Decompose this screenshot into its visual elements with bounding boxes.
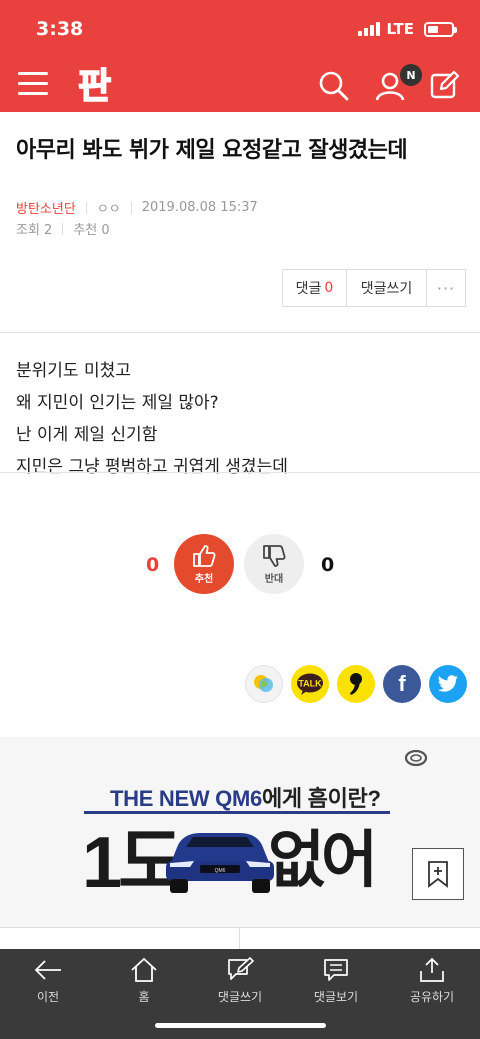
post-views: 조회 2 xyxy=(16,223,53,238)
post-nickname: ㅇㅇ xyxy=(96,202,121,217)
thumbs-up-icon xyxy=(193,545,216,567)
downvote-count: 0 xyxy=(321,554,335,576)
share-icon xyxy=(420,957,444,982)
post-title: 아무리 봐도 뷔가 제일 요정같고 잘생겼는데 xyxy=(16,138,408,163)
network-label: LTE xyxy=(386,20,414,38)
post-author[interactable]: 방탄소년단 xyxy=(16,198,76,217)
comma-icon xyxy=(350,673,362,695)
nav-home-button[interactable]: 홈 xyxy=(96,957,192,1005)
status-time: 3:38 xyxy=(36,18,84,40)
app-header: 판 N xyxy=(0,56,480,112)
signal-icon xyxy=(358,22,381,36)
nav-label: 공유하기 xyxy=(409,990,455,1004)
notification-badge: N xyxy=(400,64,422,86)
upvote-button[interactable]: 추천 xyxy=(174,534,234,594)
write-comment-icon xyxy=(228,957,254,980)
kakao-talk-share-button[interactable]: TALK xyxy=(291,665,329,703)
nav-label: 홈 xyxy=(138,990,150,1004)
twitter-icon xyxy=(437,675,458,692)
post-recommend: 추천 0 xyxy=(73,223,110,238)
nav-label: 이전 xyxy=(36,990,60,1004)
post-meta: 방탄소년단 ㅇㅇ 2019.08.08 15:37 xyxy=(16,198,258,217)
kakao-story-icon xyxy=(254,675,273,692)
kakao-talk-icon: TALK xyxy=(297,673,323,695)
svg-text:TALK: TALK xyxy=(298,679,322,689)
bookmark-add-button[interactable] xyxy=(412,848,464,900)
body-line: 왜 지민이 인기는 제일 많아? xyxy=(16,393,219,413)
comment-tabs-peek xyxy=(0,927,480,952)
more-button[interactable]: ··· xyxy=(427,270,465,306)
thumbs-down-icon xyxy=(263,545,286,567)
nav-write-comment-button[interactable]: 댓글쓰기 xyxy=(192,957,288,1005)
svg-text:QM6: QM6 xyxy=(215,868,226,874)
nav-back-button[interactable]: 이전 xyxy=(0,957,96,1005)
divider xyxy=(0,332,480,333)
facebook-share-button[interactable]: f xyxy=(383,665,421,703)
twitter-share-button[interactable] xyxy=(429,665,467,703)
post-actions: 댓글 0 댓글쓰기 ··· xyxy=(282,269,466,307)
view-comment-icon xyxy=(324,959,348,981)
bookmark-plus-icon xyxy=(428,861,448,888)
downvote-button[interactable]: 반대 xyxy=(244,534,304,594)
write-icon[interactable] xyxy=(430,70,460,100)
nav-view-comments-button[interactable]: 댓글보기 xyxy=(288,957,384,1005)
search-icon[interactable] xyxy=(318,70,350,102)
nav-label: 댓글쓰기 xyxy=(217,990,263,1004)
menu-icon[interactable] xyxy=(18,72,48,96)
write-comment-button[interactable]: 댓글쓰기 xyxy=(347,270,427,306)
body-line: 난 이게 제일 신기함 xyxy=(16,425,158,445)
downvote-label: 반대 xyxy=(264,574,284,585)
nav-label: 댓글보기 xyxy=(313,990,359,1004)
ad-big-text-right: 없어 xyxy=(268,823,378,896)
renault-samsung-emblem-icon xyxy=(404,749,428,767)
vote-area: 0 추천 반대 0 xyxy=(0,532,480,596)
divider xyxy=(0,472,480,473)
post-stats: 조회 2 추천 0 xyxy=(16,219,110,238)
post-datetime: 2019.08.08 15:37 xyxy=(141,200,258,215)
battery-icon xyxy=(424,21,457,37)
kakao-story-share-button[interactable] xyxy=(245,665,283,703)
upvote-count: 0 xyxy=(146,554,160,576)
pann-logo[interactable]: 판 xyxy=(76,62,116,106)
kakao-comma-share-button[interactable] xyxy=(337,665,375,703)
nav-share-button[interactable]: 공유하기 xyxy=(384,957,480,1005)
svg-text:판: 판 xyxy=(78,66,111,106)
back-arrow-icon xyxy=(34,960,61,980)
body-line: 분위기도 미쳤고 xyxy=(16,361,131,381)
body-line: 지민은 그냥 평범하고 귀엽게 생겼는데 xyxy=(16,457,288,477)
post-body: 분위기도 미쳤고 왜 지민이 인기는 제일 많아? 난 이게 제일 신기함 지민… xyxy=(16,355,288,483)
comment-count-button[interactable]: 댓글 0 xyxy=(283,270,347,306)
upvote-label: 추천 xyxy=(194,574,214,585)
status-bar: 3:38 LTE xyxy=(0,0,480,56)
status-indicators: LTE xyxy=(358,20,457,38)
home-indicator xyxy=(155,1023,326,1028)
home-icon xyxy=(131,957,157,982)
suv-car-image: QM6 xyxy=(166,833,274,893)
advertisement-banner[interactable]: THE NEW QM6에게 흠이란? 1도 없어 QM6 xyxy=(0,737,480,927)
